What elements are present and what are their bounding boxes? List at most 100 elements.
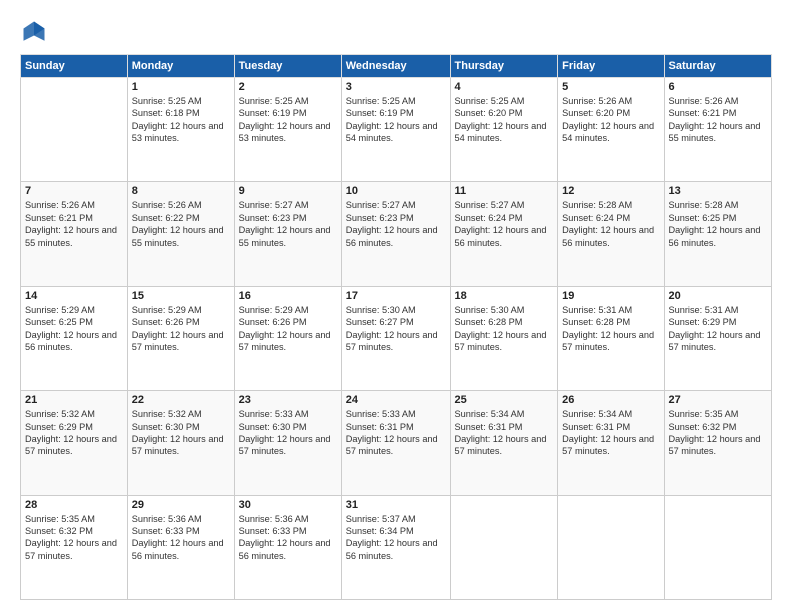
calendar-cell: 10 Sunrise: 5:27 AM Sunset: 6:23 PM Dayli… bbox=[341, 182, 450, 286]
day-number: 30 bbox=[239, 499, 337, 511]
day-info: Sunrise: 5:27 AM Sunset: 6:23 PM Dayligh… bbox=[239, 199, 337, 249]
day-number: 9 bbox=[239, 185, 337, 197]
day-info: Sunrise: 5:32 AM Sunset: 6:30 PM Dayligh… bbox=[132, 408, 230, 458]
day-info: Sunrise: 5:33 AM Sunset: 6:31 PM Dayligh… bbox=[346, 408, 446, 458]
calendar-cell: 27 Sunrise: 5:35 AM Sunset: 6:32 PM Dayli… bbox=[664, 391, 772, 495]
calendar-cell bbox=[664, 495, 772, 599]
calendar-cell: 26 Sunrise: 5:34 AM Sunset: 6:31 PM Dayli… bbox=[558, 391, 664, 495]
calendar-cell: 14 Sunrise: 5:29 AM Sunset: 6:25 PM Dayli… bbox=[21, 286, 128, 390]
calendar-cell: 19 Sunrise: 5:31 AM Sunset: 6:28 PM Dayli… bbox=[558, 286, 664, 390]
logo-icon bbox=[20, 18, 48, 46]
day-number: 25 bbox=[455, 394, 554, 406]
day-info: Sunrise: 5:31 AM Sunset: 6:28 PM Dayligh… bbox=[562, 304, 659, 354]
header bbox=[20, 18, 772, 46]
day-number: 6 bbox=[669, 81, 768, 93]
calendar-cell: 6 Sunrise: 5:26 AM Sunset: 6:21 PM Daylig… bbox=[664, 78, 772, 182]
day-number: 24 bbox=[346, 394, 446, 406]
day-number: 20 bbox=[669, 290, 768, 302]
day-number: 13 bbox=[669, 185, 768, 197]
calendar-cell: 2 Sunrise: 5:25 AM Sunset: 6:19 PM Daylig… bbox=[234, 78, 341, 182]
day-info: Sunrise: 5:27 AM Sunset: 6:24 PM Dayligh… bbox=[455, 199, 554, 249]
day-info: Sunrise: 5:26 AM Sunset: 6:21 PM Dayligh… bbox=[25, 199, 123, 249]
calendar-cell bbox=[450, 495, 558, 599]
day-number: 14 bbox=[25, 290, 123, 302]
calendar-cell: 8Sunrise: 5:26 AM Sunset: 6:22 PM Daylig… bbox=[127, 182, 234, 286]
day-info: Sunrise: 5:29 AM Sunset: 6:25 PM Dayligh… bbox=[25, 304, 123, 354]
calendar-cell: 5 Sunrise: 5:26 AM Sunset: 6:20 PM Daylig… bbox=[558, 78, 664, 182]
day-number: 22 bbox=[132, 394, 230, 406]
day-number: 15 bbox=[132, 290, 230, 302]
day-info: Sunrise: 5:29 AM Sunset: 6:26 PM Dayligh… bbox=[239, 304, 337, 354]
day-number: 5 bbox=[562, 81, 659, 93]
day-info: Sunrise: 5:37 AM Sunset: 6:34 PM Dayligh… bbox=[346, 513, 446, 563]
calendar-cell: 31 Sunrise: 5:37 AM Sunset: 6:34 PM Dayli… bbox=[341, 495, 450, 599]
calendar-cell: 22 Sunrise: 5:32 AM Sunset: 6:30 PM Dayli… bbox=[127, 391, 234, 495]
day-info: Sunrise: 5:33 AM Sunset: 6:30 PM Dayligh… bbox=[239, 408, 337, 458]
calendar-week-row: 28 Sunrise: 5:35 AM Sunset: 6:32 PM Dayli… bbox=[21, 495, 772, 599]
day-number: 26 bbox=[562, 394, 659, 406]
col-header-friday: Friday bbox=[558, 55, 664, 78]
day-number: 10 bbox=[346, 185, 446, 197]
day-number: 31 bbox=[346, 499, 446, 511]
day-info: Sunrise: 5:28 AM Sunset: 6:24 PM Dayligh… bbox=[562, 199, 659, 249]
calendar-cell: 12 Sunrise: 5:28 AM Sunset: 6:24 PM Dayli… bbox=[558, 182, 664, 286]
day-number: 23 bbox=[239, 394, 337, 406]
day-number: 19 bbox=[562, 290, 659, 302]
calendar-cell: 11 Sunrise: 5:27 AM Sunset: 6:24 PM Dayli… bbox=[450, 182, 558, 286]
calendar-cell: 4 Sunrise: 5:25 AM Sunset: 6:20 PM Daylig… bbox=[450, 78, 558, 182]
day-number: 12 bbox=[562, 185, 659, 197]
day-number: 29 bbox=[132, 499, 230, 511]
calendar-cell: 23 Sunrise: 5:33 AM Sunset: 6:30 PM Dayli… bbox=[234, 391, 341, 495]
day-number: 4 bbox=[455, 81, 554, 93]
calendar-cell: 9 Sunrise: 5:27 AM Sunset: 6:23 PM Daylig… bbox=[234, 182, 341, 286]
day-number: 7 bbox=[25, 185, 123, 197]
col-header-tuesday: Tuesday bbox=[234, 55, 341, 78]
col-header-wednesday: Wednesday bbox=[341, 55, 450, 78]
day-info: Sunrise: 5:36 AM Sunset: 6:33 PM Dayligh… bbox=[239, 513, 337, 563]
day-info: Sunrise: 5:25 AM Sunset: 6:19 PM Dayligh… bbox=[346, 95, 446, 145]
page: SundayMondayTuesdayWednesdayThursdayFrid… bbox=[0, 0, 792, 612]
day-info: Sunrise: 5:30 AM Sunset: 6:28 PM Dayligh… bbox=[455, 304, 554, 354]
day-info: Sunrise: 5:34 AM Sunset: 6:31 PM Dayligh… bbox=[455, 408, 554, 458]
day-info: Sunrise: 5:34 AM Sunset: 6:31 PM Dayligh… bbox=[562, 408, 659, 458]
day-info: Sunrise: 5:30 AM Sunset: 6:27 PM Dayligh… bbox=[346, 304, 446, 354]
day-info: Sunrise: 5:31 AM Sunset: 6:29 PM Dayligh… bbox=[669, 304, 768, 354]
calendar-cell: 21 Sunrise: 5:32 AM Sunset: 6:29 PM Dayli… bbox=[21, 391, 128, 495]
logo bbox=[20, 18, 52, 46]
day-info: Sunrise: 5:26 AM Sunset: 6:20 PM Dayligh… bbox=[562, 95, 659, 145]
day-number: 28 bbox=[25, 499, 123, 511]
day-info: Sunrise: 5:25 AM Sunset: 6:19 PM Dayligh… bbox=[239, 95, 337, 145]
day-number: 2 bbox=[239, 81, 337, 93]
day-info: Sunrise: 5:25 AM Sunset: 6:18 PM Dayligh… bbox=[132, 95, 230, 145]
day-info: Sunrise: 5:32 AM Sunset: 6:29 PM Dayligh… bbox=[25, 408, 123, 458]
day-number: 21 bbox=[25, 394, 123, 406]
day-info: Sunrise: 5:35 AM Sunset: 6:32 PM Dayligh… bbox=[25, 513, 123, 563]
day-info: Sunrise: 5:36 AM Sunset: 6:33 PM Dayligh… bbox=[132, 513, 230, 563]
calendar-cell bbox=[558, 495, 664, 599]
day-info: Sunrise: 5:25 AM Sunset: 6:20 PM Dayligh… bbox=[455, 95, 554, 145]
day-info: Sunrise: 5:35 AM Sunset: 6:32 PM Dayligh… bbox=[669, 408, 768, 458]
calendar-cell: 20 Sunrise: 5:31 AM Sunset: 6:29 PM Dayli… bbox=[664, 286, 772, 390]
calendar-cell: 30 Sunrise: 5:36 AM Sunset: 6:33 PM Dayli… bbox=[234, 495, 341, 599]
day-number: 3 bbox=[346, 81, 446, 93]
day-info: Sunrise: 5:26 AM Sunset: 6:21 PM Dayligh… bbox=[669, 95, 768, 145]
calendar-header-row: SundayMondayTuesdayWednesdayThursdayFrid… bbox=[21, 55, 772, 78]
day-number: 11 bbox=[455, 185, 554, 197]
calendar-week-row: 21 Sunrise: 5:32 AM Sunset: 6:29 PM Dayli… bbox=[21, 391, 772, 495]
calendar-cell: 7 Sunrise: 5:26 AM Sunset: 6:21 PM Daylig… bbox=[21, 182, 128, 286]
col-header-sunday: Sunday bbox=[21, 55, 128, 78]
day-number: 17 bbox=[346, 290, 446, 302]
calendar-cell: 1 Sunrise: 5:25 AM Sunset: 6:18 PM Daylig… bbox=[127, 78, 234, 182]
day-number: 8 bbox=[132, 185, 230, 197]
day-number: 1 bbox=[132, 81, 230, 93]
calendar-week-row: 7 Sunrise: 5:26 AM Sunset: 6:21 PM Daylig… bbox=[21, 182, 772, 286]
calendar-week-row: 14 Sunrise: 5:29 AM Sunset: 6:25 PM Dayli… bbox=[21, 286, 772, 390]
day-number: 18 bbox=[455, 290, 554, 302]
calendar-cell bbox=[21, 78, 128, 182]
calendar-cell: 17 Sunrise: 5:30 AM Sunset: 6:27 PM Dayli… bbox=[341, 286, 450, 390]
day-number: 27 bbox=[669, 394, 768, 406]
day-info: Sunrise: 5:27 AM Sunset: 6:23 PM Dayligh… bbox=[346, 199, 446, 249]
day-number: 16 bbox=[239, 290, 337, 302]
col-header-saturday: Saturday bbox=[664, 55, 772, 78]
calendar-cell: 16 Sunrise: 5:29 AM Sunset: 6:26 PM Dayli… bbox=[234, 286, 341, 390]
